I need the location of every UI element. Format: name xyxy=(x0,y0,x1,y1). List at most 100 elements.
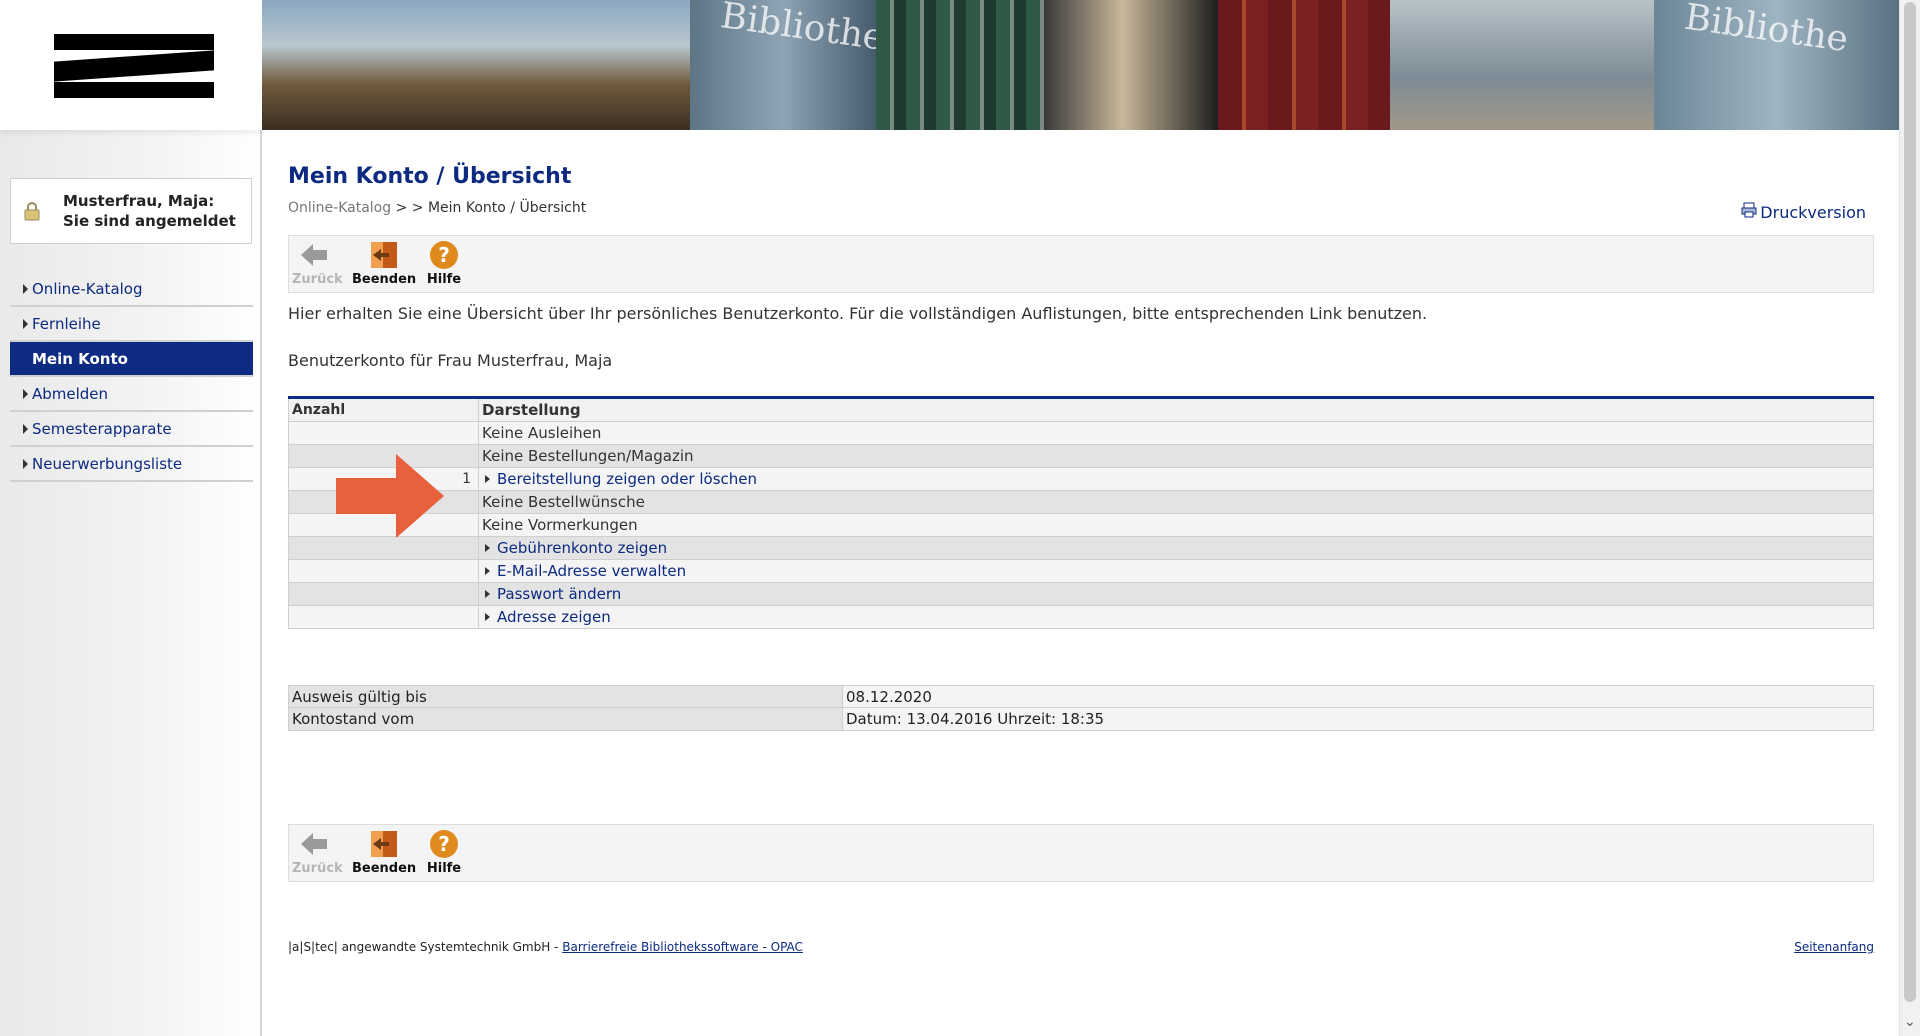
display-cell: Bereitstellung zeigen oder löschen xyxy=(479,468,1873,490)
info-row: Ausweis gültig bis 08.12.2020 xyxy=(288,685,1874,708)
banner-image-books xyxy=(876,0,1044,130)
table-row: Keine Bestellwünsche xyxy=(288,491,1874,514)
toolbar-bottom: Zurück Beenden ? Hilfe xyxy=(288,824,1874,882)
caret-right-icon xyxy=(485,475,490,483)
arrow-left-icon xyxy=(292,827,336,861)
caret-right-icon xyxy=(23,354,28,364)
banner-word: Bibliothek xyxy=(718,0,876,62)
account-action-link[interactable]: Bereitstellung zeigen oder löschen xyxy=(497,468,757,491)
exit-button[interactable]: Beenden xyxy=(352,238,416,287)
info-label: Kontostand vom xyxy=(289,708,843,730)
sidebar-nav: Online-Katalog Fernleihe Mein Konto Abmelde… xyxy=(10,272,253,482)
scrollbar-thumb[interactable] xyxy=(1904,2,1916,1002)
caret-right-icon xyxy=(23,283,28,294)
print-version-label: Druckversion xyxy=(1760,202,1866,222)
left-sidebar: Musterfrau, Maja: Sie sind angemeldet On… xyxy=(0,0,262,1036)
table-header-row: Anzahl Darstellung xyxy=(288,399,1874,422)
status-text: Keine Bestellungen/Magazin xyxy=(482,446,694,465)
library-logo[interactable] xyxy=(0,0,262,130)
table-row[interactable]: E-Mail-Adresse verwalten xyxy=(288,560,1874,583)
count-cell xyxy=(289,560,479,582)
chevron-down-icon[interactable]: ⌄ xyxy=(1904,1014,1916,1030)
login-status-box: Musterfrau, Maja: Sie sind angemeldet xyxy=(10,178,252,244)
footer-credit: |a|S|tec| angewandte Systemtechnik GmbH … xyxy=(288,940,803,954)
footer-opac-link[interactable]: Barrierefreie Bibliothekssoftware - OPAC xyxy=(562,940,803,954)
sidebar-item-abmelden[interactable]: Abmelden xyxy=(10,377,253,412)
display-cell: Keine Vormerkungen xyxy=(479,514,1873,536)
sidebar-item-label: Neuerwerbungsliste xyxy=(32,454,183,473)
header-banner: Bibliothek Bibliothe xyxy=(262,0,1900,130)
caret-right-icon xyxy=(485,613,490,621)
table-row[interactable]: Adresse zeigen xyxy=(288,606,1874,629)
banner-image-shelves: Bibliothe xyxy=(1654,0,1900,130)
breadcrumb-link-online-katalog[interactable]: Online-Katalog xyxy=(288,200,391,216)
display-cell: Gebührenkonto zeigen xyxy=(479,537,1873,559)
sidebar-item-label: Semesterapparate xyxy=(32,419,172,438)
svg-text:?: ? xyxy=(438,832,450,856)
table-row[interactable]: 1 Bereitstellung zeigen oder löschen xyxy=(288,468,1874,491)
exit-door-icon xyxy=(352,827,416,861)
column-header-display: Darstellung xyxy=(482,400,581,419)
logo-bar-middle xyxy=(54,50,214,82)
caret-right-icon xyxy=(485,590,490,598)
vertical-scrollbar[interactable]: ⌄ xyxy=(1899,0,1920,1036)
info-value: Datum: 13.04.2016 Uhrzeit: 18:35 xyxy=(843,708,1873,730)
svg-text:?: ? xyxy=(438,243,450,267)
table-row[interactable]: Passwort ändern xyxy=(288,583,1874,606)
info-label: Ausweis gültig bis xyxy=(289,686,843,707)
banner-word: Bibliothe xyxy=(1681,0,1851,61)
account-action-link[interactable]: Passwort ändern xyxy=(497,583,621,606)
login-status-text: Musterfrau, Maja: Sie sind angemeldet xyxy=(63,192,236,230)
table-row: Keine Ausleihen xyxy=(288,422,1874,445)
display-cell: Keine Bestellungen/Magazin xyxy=(479,445,1873,467)
info-value: 08.12.2020 xyxy=(843,686,1873,707)
table-row[interactable]: Gebührenkonto zeigen xyxy=(288,537,1874,560)
account-holder-line: Benutzerkonto für Frau Musterfrau, Maja xyxy=(288,351,613,370)
count-cell xyxy=(289,583,479,605)
caret-right-icon xyxy=(23,318,28,329)
back-label: Zurück xyxy=(292,861,343,876)
exit-door-icon xyxy=(352,238,416,272)
back-button[interactable]: Zurück xyxy=(292,238,343,287)
banner-image-hall xyxy=(1390,0,1654,130)
back-button[interactable]: Zurück xyxy=(292,827,343,876)
count-cell xyxy=(289,422,479,444)
display-cell: E-Mail-Adresse verwalten xyxy=(479,560,1873,582)
help-button[interactable]: ? Hilfe xyxy=(424,238,464,287)
help-icon: ? xyxy=(424,827,464,861)
logo-bar-top xyxy=(54,34,214,50)
footer-company: |a|S|tec| angewandte Systemtechnik GmbH … xyxy=(288,940,563,954)
exit-label: Beenden xyxy=(352,861,417,876)
help-button[interactable]: ? Hilfe xyxy=(424,827,464,876)
help-label: Hilfe xyxy=(426,861,462,876)
help-icon: ? xyxy=(424,238,464,272)
logo-bar-bottom xyxy=(54,82,214,98)
sidebar-item-mein-konto[interactable]: Mein Konto xyxy=(10,342,253,377)
display-cell: Passwort ändern xyxy=(479,583,1873,605)
highlight-arrow-icon xyxy=(336,454,446,542)
sidebar-item-neuerwerbungsliste[interactable]: Neuerwerbungsliste xyxy=(10,447,253,482)
sidebar-item-online-katalog[interactable]: Online-Katalog xyxy=(10,272,253,307)
display-cell: Keine Ausleihen xyxy=(479,422,1873,444)
intro-text: Hier erhalten Sie eine Übersicht über Ih… xyxy=(288,304,1428,323)
print-version-link[interactable]: Druckversion xyxy=(1741,202,1866,222)
caret-right-icon xyxy=(23,458,28,469)
back-to-top-link[interactable]: Seitenanfang xyxy=(1794,940,1874,954)
sidebar-item-label: Fernleihe xyxy=(32,314,101,333)
count-cell xyxy=(289,606,479,628)
exit-label: Beenden xyxy=(352,272,417,287)
account-action-link[interactable]: Adresse zeigen xyxy=(497,606,611,629)
sidebar-item-semesterapparate[interactable]: Semesterapparate xyxy=(10,412,253,447)
back-label: Zurück xyxy=(292,272,343,287)
display-cell: Adresse zeigen xyxy=(479,606,1873,628)
table-row: Keine Bestellungen/Magazin xyxy=(288,445,1874,468)
table-row: Keine Vormerkungen xyxy=(288,514,1874,537)
sidebar-item-fernleihe[interactable]: Fernleihe xyxy=(10,307,253,342)
column-header-count: Anzahl xyxy=(289,399,479,421)
sidebar-item-label: Online-Katalog xyxy=(32,279,143,298)
help-label: Hilfe xyxy=(426,272,462,287)
exit-button[interactable]: Beenden xyxy=(352,827,416,876)
account-action-link[interactable]: E-Mail-Adresse verwalten xyxy=(497,560,686,583)
account-action-link[interactable]: Gebührenkonto zeigen xyxy=(497,537,667,560)
toolbar-top: Zurück Beenden ? Hilfe xyxy=(288,235,1874,293)
